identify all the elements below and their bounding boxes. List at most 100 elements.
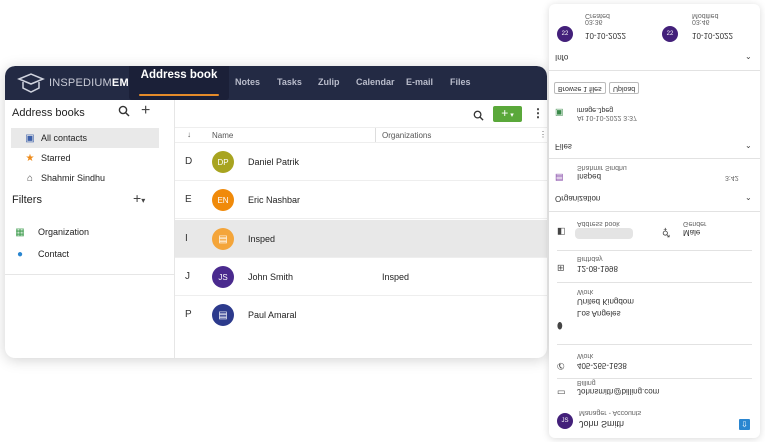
contact-name: Eric Nashbar	[248, 195, 301, 205]
contacts-app-window: INSPEDIUMEMAIL Address book Notes Tasks …	[5, 66, 547, 358]
tab-calendar[interactable]: Calendar	[356, 77, 395, 87]
column-options-icon[interactable]: ⋮	[539, 130, 547, 139]
chevron-down-icon[interactable]: ⌄	[745, 141, 752, 150]
avatar: JS	[212, 266, 234, 288]
organization-name[interactable]: Insped	[577, 172, 601, 181]
address-country: United Kingdom	[577, 297, 634, 306]
avatar: EN	[212, 189, 234, 211]
organization-icon: ▦	[15, 226, 25, 238]
email-icon: ▭	[557, 388, 566, 398]
contacts-list-pane: + ▾ ⋮ ↓ Name Organizations ⋮ D DP Daniel…	[175, 100, 547, 358]
search-icon[interactable]	[473, 108, 484, 126]
filter-label: Contact	[38, 249, 70, 259]
created-time: 03:36	[585, 18, 603, 25]
email-value[interactable]: Johnsmith@billing.com	[577, 387, 659, 396]
contact-organization: Insped	[382, 272, 410, 282]
star-icon: ★	[25, 152, 35, 164]
tab-address-book[interactable]: Address book	[129, 66, 229, 100]
upload-button[interactable]: Upload	[609, 82, 640, 94]
address-book-icon: ◧	[557, 227, 566, 237]
tab-files[interactable]: Files	[450, 77, 471, 87]
chevron-down-icon[interactable]: ⌄	[745, 193, 752, 202]
sidebar: Address books + ▣ All contacts ★ Starred…	[5, 100, 175, 358]
tab-tasks[interactable]: Tasks	[277, 77, 302, 87]
organization-avatar-icon: ▤	[212, 304, 234, 326]
phone-icon: ✆	[557, 361, 565, 371]
more-options-icon[interactable]: ⋮	[532, 106, 544, 120]
tab-address-book-label: Address book	[140, 69, 218, 81]
table-row[interactable]: J JS John Smith Insped	[175, 258, 547, 296]
table-row[interactable]: D DP Daniel Patrik	[175, 143, 547, 181]
address-book-value-blurred	[575, 228, 633, 239]
group-letter: D	[185, 156, 193, 167]
phone-value[interactable]: 405-265-1638	[577, 361, 627, 370]
app-logo[interactable]: INSPEDIUMEMAIL	[17, 72, 147, 94]
chevron-down-icon[interactable]: ⌄	[745, 52, 752, 61]
contact-name: John Smith	[579, 419, 625, 429]
filter-label: Organization	[38, 227, 90, 237]
organization-person: Shahmir Sindhu	[577, 164, 627, 171]
files-section-label[interactable]: Files	[555, 142, 572, 151]
email-label: Billing	[577, 379, 596, 386]
birthday-value: 12-08-1998	[577, 264, 618, 273]
person-icon: ●	[16, 248, 24, 260]
contact-avatar: JS	[557, 413, 573, 429]
work-address-label: Work	[577, 288, 594, 295]
contact-detail-panel: 22 03:36 Created 10-10-2022 22 03:46 Mod…	[549, 4, 760, 438]
file-name[interactable]: image.Jpeg	[577, 106, 613, 113]
active-tab-indicator	[139, 94, 219, 96]
contact-title: Manager - Accounts	[579, 409, 642, 416]
add-filter-button[interactable]: +▾	[133, 190, 145, 206]
filter-item-contact[interactable]: ● Contact	[11, 244, 159, 264]
contact-name: John Smith	[248, 272, 294, 282]
column-organizations-header[interactable]: Organizations	[382, 131, 431, 140]
sidebar-divider	[5, 274, 175, 275]
image-file-icon: ▣	[555, 108, 564, 118]
group-letter: P	[185, 309, 192, 320]
info-section-label[interactable]: Info	[555, 53, 568, 62]
home-icon: ⌂	[26, 172, 34, 184]
contacts-icon: ▣	[25, 132, 35, 144]
list-header: ↓ Name Organizations ⋮	[175, 127, 547, 143]
sidebar-item-starred[interactable]: ★ Starred	[11, 148, 159, 168]
location-icon: ⬮	[557, 321, 563, 331]
address-city: Los Angeles	[577, 309, 621, 318]
group-letter: E	[185, 194, 192, 205]
add-contact-button[interactable]: + ▾	[493, 106, 522, 122]
panel-divider	[549, 158, 760, 159]
avatar: DP	[212, 151, 234, 173]
panel-divider	[549, 70, 760, 71]
logo-icon	[17, 73, 45, 93]
table-row[interactable]: E EN Eric Nashbar	[175, 181, 547, 219]
sidebar-item-shahmir-sindhu[interactable]: ⌂ Shahmir Sindhu	[11, 168, 159, 188]
search-icon[interactable]	[118, 105, 130, 120]
panel-divider	[549, 211, 760, 212]
table-row[interactable]: P ▤ Paul Amaral	[175, 296, 547, 334]
sidebar-item-all-contacts[interactable]: ▣ All contacts	[11, 128, 159, 148]
phone-label: Work	[577, 352, 594, 359]
contact-name: Insped	[248, 234, 276, 244]
created-label: Created	[585, 12, 610, 19]
panel-divider	[557, 344, 752, 345]
column-name-header[interactable]: Name	[212, 131, 233, 140]
organization-section-label[interactable]: Organization	[555, 194, 600, 203]
file-date: At 10-10-2022 3:37	[577, 114, 637, 121]
table-row-selected[interactable]: I ▤ Insped	[175, 220, 547, 258]
tab-email[interactable]: E-mail	[406, 77, 433, 87]
created-avatar: 22	[557, 26, 573, 42]
gender-icon: ⚥	[662, 227, 671, 237]
browse-files-button[interactable]: Browse 1 files	[554, 82, 606, 94]
add-address-book-icon[interactable]: +	[141, 102, 150, 120]
gender-label: Gender	[683, 220, 707, 227]
address-books-heading: Address books	[12, 107, 85, 119]
organization-icon: ▤	[555, 173, 564, 183]
tab-zulip[interactable]: Zulip	[318, 77, 340, 87]
modified-date: 10-10-2022	[692, 31, 733, 40]
tab-notes[interactable]: Notes	[235, 77, 260, 87]
filter-item-organization[interactable]: ▦ Organization	[11, 222, 159, 242]
panel-divider	[557, 250, 752, 251]
sort-icon[interactable]: ↓	[187, 130, 191, 139]
group-letter: J	[185, 271, 190, 282]
organization-time: 3:42	[725, 174, 739, 181]
download-icon[interactable]: ⇩	[739, 419, 750, 430]
